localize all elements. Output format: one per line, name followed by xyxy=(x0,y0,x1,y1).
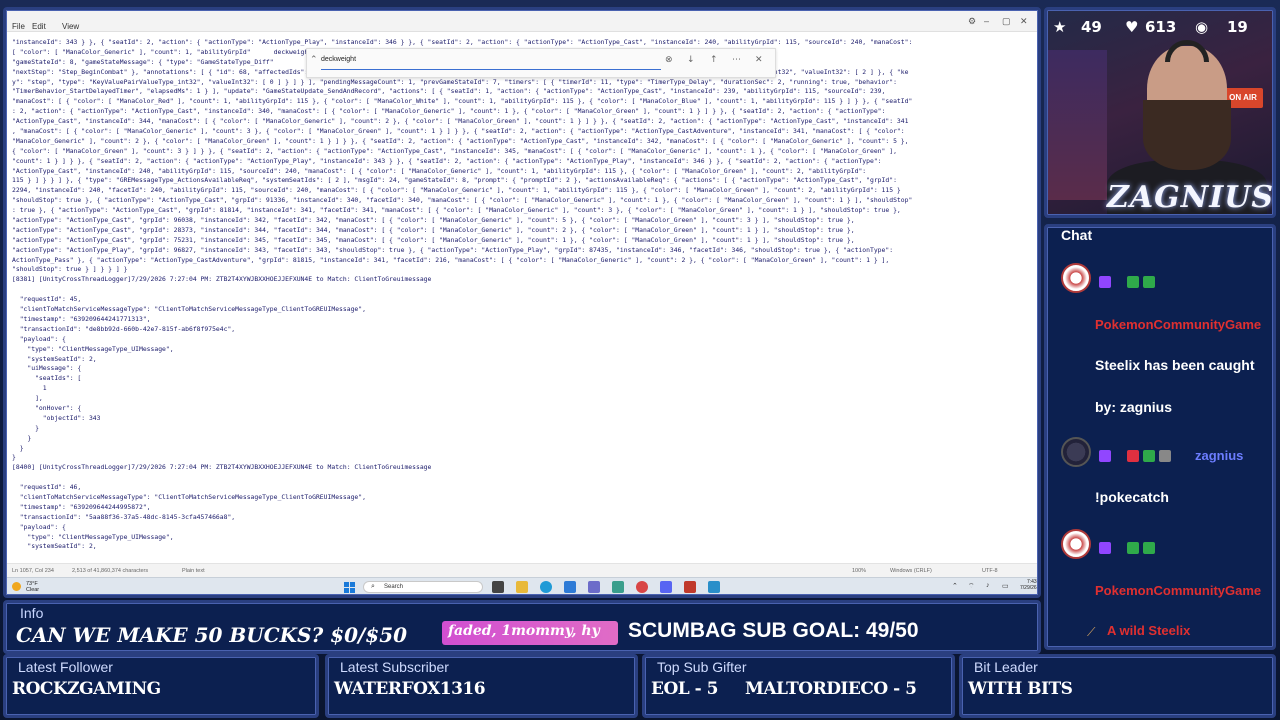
box-frame xyxy=(325,654,638,718)
info-frame xyxy=(3,600,1041,654)
box-frame xyxy=(3,654,319,718)
chat-frame xyxy=(1044,224,1276,650)
webcam-frame xyxy=(1044,7,1276,218)
box-frame xyxy=(959,654,1276,718)
screen-frame xyxy=(3,7,1041,598)
box-frame xyxy=(642,654,955,718)
